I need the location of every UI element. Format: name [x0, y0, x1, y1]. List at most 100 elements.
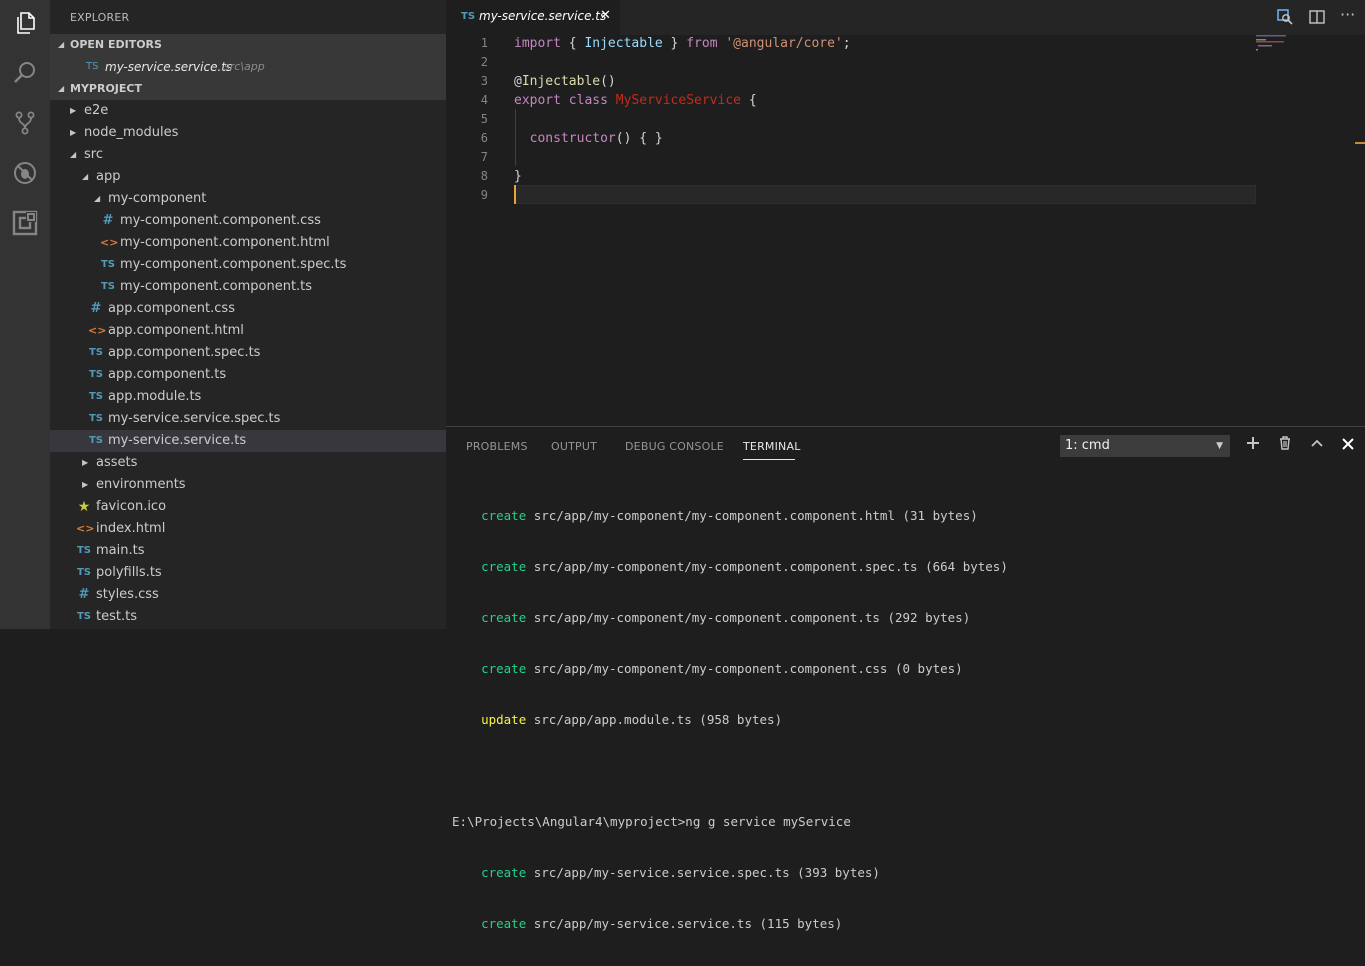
- tree-file-item[interactable]: TS app.component.spec.ts: [50, 342, 446, 364]
- html-file-icon: <>: [88, 324, 107, 337]
- open-changes-icon[interactable]: [1277, 9, 1293, 29]
- tree-file-item[interactable]: # styles.css: [50, 584, 446, 606]
- css-file-icon: #: [102, 213, 114, 228]
- tree-file-item[interactable]: <> index.html: [50, 518, 446, 540]
- project-header[interactable]: ◢ MYPROJECT: [50, 78, 446, 100]
- code-token: () { }: [615, 131, 663, 146]
- tab-problems[interactable]: PROBLEMS: [466, 440, 528, 453]
- tree-item-label: app.component.css: [108, 301, 235, 316]
- terminal-tag: create: [481, 661, 527, 676]
- bottom-panel: PROBLEMS OUTPUT DEBUG CONSOLE TERMINAL 1…: [446, 426, 1365, 931]
- open-editors-label: OPEN EDITORS: [70, 38, 162, 51]
- maximize-panel-icon[interactable]: [1310, 435, 1324, 454]
- tree-folder-environments[interactable]: ▶ environments: [50, 474, 446, 496]
- code-editor[interactable]: 1 2 3 4 5 6 7 8 9 import { Injectable } …: [446, 35, 1365, 426]
- code-token: constructor: [529, 131, 616, 146]
- tree-item-label: index.html: [96, 521, 166, 536]
- tree-folder-e2e[interactable]: ▶ e2e: [50, 100, 446, 122]
- tree-file-item[interactable]: TS polyfills.ts: [50, 562, 446, 584]
- extensions-icon[interactable]: [12, 210, 38, 236]
- html-file-icon: <>: [76, 522, 95, 535]
- more-actions-icon[interactable]: ···: [1340, 5, 1355, 24]
- chevron-down-icon: ◢: [82, 172, 89, 181]
- tree-folder-assets[interactable]: ▶ assets: [50, 452, 446, 474]
- tree-item-label: favicon.ico: [96, 499, 167, 514]
- tree-item-label: my-service.service.ts: [108, 433, 247, 448]
- tab-terminal[interactable]: TERMINAL: [743, 440, 801, 453]
- tree-file-item-selected[interactable]: TS my-service.service.ts: [50, 430, 446, 452]
- files-icon[interactable]: [12, 10, 38, 36]
- line-number: 3: [480, 74, 488, 88]
- terminal-tag: update: [481, 712, 527, 727]
- chevron-down-icon: ◢: [70, 150, 77, 159]
- tree-file-item[interactable]: TS test.ts: [50, 606, 446, 628]
- debug-icon[interactable]: [12, 160, 38, 186]
- tree-file-item[interactable]: TS my-component.component.spec.ts: [50, 254, 446, 276]
- tree-item-label: my-component.component.css: [120, 213, 321, 228]
- chevron-right-icon: ▶: [70, 128, 77, 137]
- tree-file-item[interactable]: TS my-component.component.ts: [50, 276, 446, 298]
- open-editor-path: src\app: [224, 60, 265, 73]
- css-file-icon: #: [78, 587, 90, 602]
- open-editor-item[interactable]: TS my-service.service.ts src\app: [50, 56, 446, 78]
- tree-file-item[interactable]: # app.component.css: [50, 298, 446, 320]
- terminal-output[interactable]: create src/app/my-component/my-component…: [452, 473, 1008, 966]
- editor-tab[interactable]: TS my-service.service.ts ✕: [446, 0, 620, 35]
- typescript-file-icon: TS: [88, 347, 104, 358]
- new-terminal-icon[interactable]: [1246, 435, 1260, 454]
- line-number: 1: [480, 36, 488, 50]
- terminal-text: src/app/app.module.ts (958 bytes): [526, 712, 783, 727]
- terminal-tag: create: [481, 865, 527, 880]
- tree-file-item[interactable]: TS app.module.ts: [50, 386, 446, 408]
- tree-item-label: my-component: [108, 191, 207, 206]
- terminal-text: src/app/my-component/my-component.compon…: [526, 610, 971, 625]
- terminal-text: src/app/my-service.service.ts (115 bytes…: [526, 916, 843, 931]
- trash-icon[interactable]: [1278, 435, 1292, 454]
- tree-folder-my-component[interactable]: ◢ my-component: [50, 188, 446, 210]
- tab-debug-console[interactable]: DEBUG CONSOLE: [625, 440, 724, 453]
- terminal-select[interactable]: 1: cmd ▼: [1060, 435, 1230, 457]
- search-icon[interactable]: [12, 60, 38, 86]
- tree-folder-node-modules[interactable]: ▶ node_modules: [50, 122, 446, 144]
- tree-file-item[interactable]: TS my-service.service.spec.ts: [50, 408, 446, 430]
- tree-file-item[interactable]: # my-component.component.css: [50, 210, 446, 232]
- code-token: ;: [842, 36, 851, 51]
- typescript-file-icon: TS: [76, 545, 92, 556]
- close-panel-icon[interactable]: [1342, 435, 1354, 454]
- minimap[interactable]: [1254, 35, 1314, 55]
- code-token: class: [568, 93, 608, 108]
- line-number: 6: [480, 131, 488, 145]
- typescript-file-icon: TS: [100, 259, 116, 270]
- terminal-text: src/app/my-component/my-component.compon…: [526, 508, 978, 523]
- tree-file-item[interactable]: ★ favicon.ico: [50, 496, 446, 518]
- close-icon[interactable]: ✕: [600, 8, 611, 23]
- tree-file-item[interactable]: <> my-component.component.html: [50, 232, 446, 254]
- tree-file-item[interactable]: TS app.component.ts: [50, 364, 446, 386]
- line-number: 5: [480, 112, 488, 126]
- tab-filename: my-service.service.ts: [479, 9, 607, 23]
- tree-folder-app[interactable]: ◢ app: [50, 166, 446, 188]
- open-editors-header[interactable]: ◢ OPEN EDITORS: [50, 34, 446, 56]
- tree-item-label: main.ts: [96, 543, 145, 558]
- tree-folder-src[interactable]: ◢ src: [50, 144, 446, 166]
- tab-output[interactable]: OUTPUT: [551, 440, 597, 453]
- editor-tab-bar: TS my-service.service.ts ✕ ···: [446, 0, 1365, 35]
- terminal-tag: create: [481, 559, 527, 574]
- tree-item-label: e2e: [84, 103, 109, 118]
- tree-item-label: app: [96, 169, 121, 184]
- star-icon: ★: [77, 499, 91, 515]
- split-editor-icon[interactable]: [1309, 9, 1325, 29]
- terminal-line: create src/app/my-component/my-component…: [466, 558, 1008, 575]
- tree-item-label: environments: [96, 477, 186, 492]
- tree-file-item[interactable]: <> app.component.html: [50, 320, 446, 342]
- explorer-sidebar: EXPLORER ◢ OPEN EDITORS TS my-service.se…: [50, 0, 446, 629]
- terminal-text: src/app/my-component/my-component.compon…: [526, 661, 963, 676]
- tree-file-item[interactable]: TS main.ts: [50, 540, 446, 562]
- code-token: }: [662, 36, 687, 51]
- source-control-icon[interactable]: [12, 110, 38, 136]
- overview-ruler-cursor: [1355, 142, 1365, 144]
- code-token: '@angular/core': [725, 36, 843, 51]
- tree-item-label: app.module.ts: [108, 389, 202, 404]
- chevron-right-icon: ▶: [82, 458, 89, 467]
